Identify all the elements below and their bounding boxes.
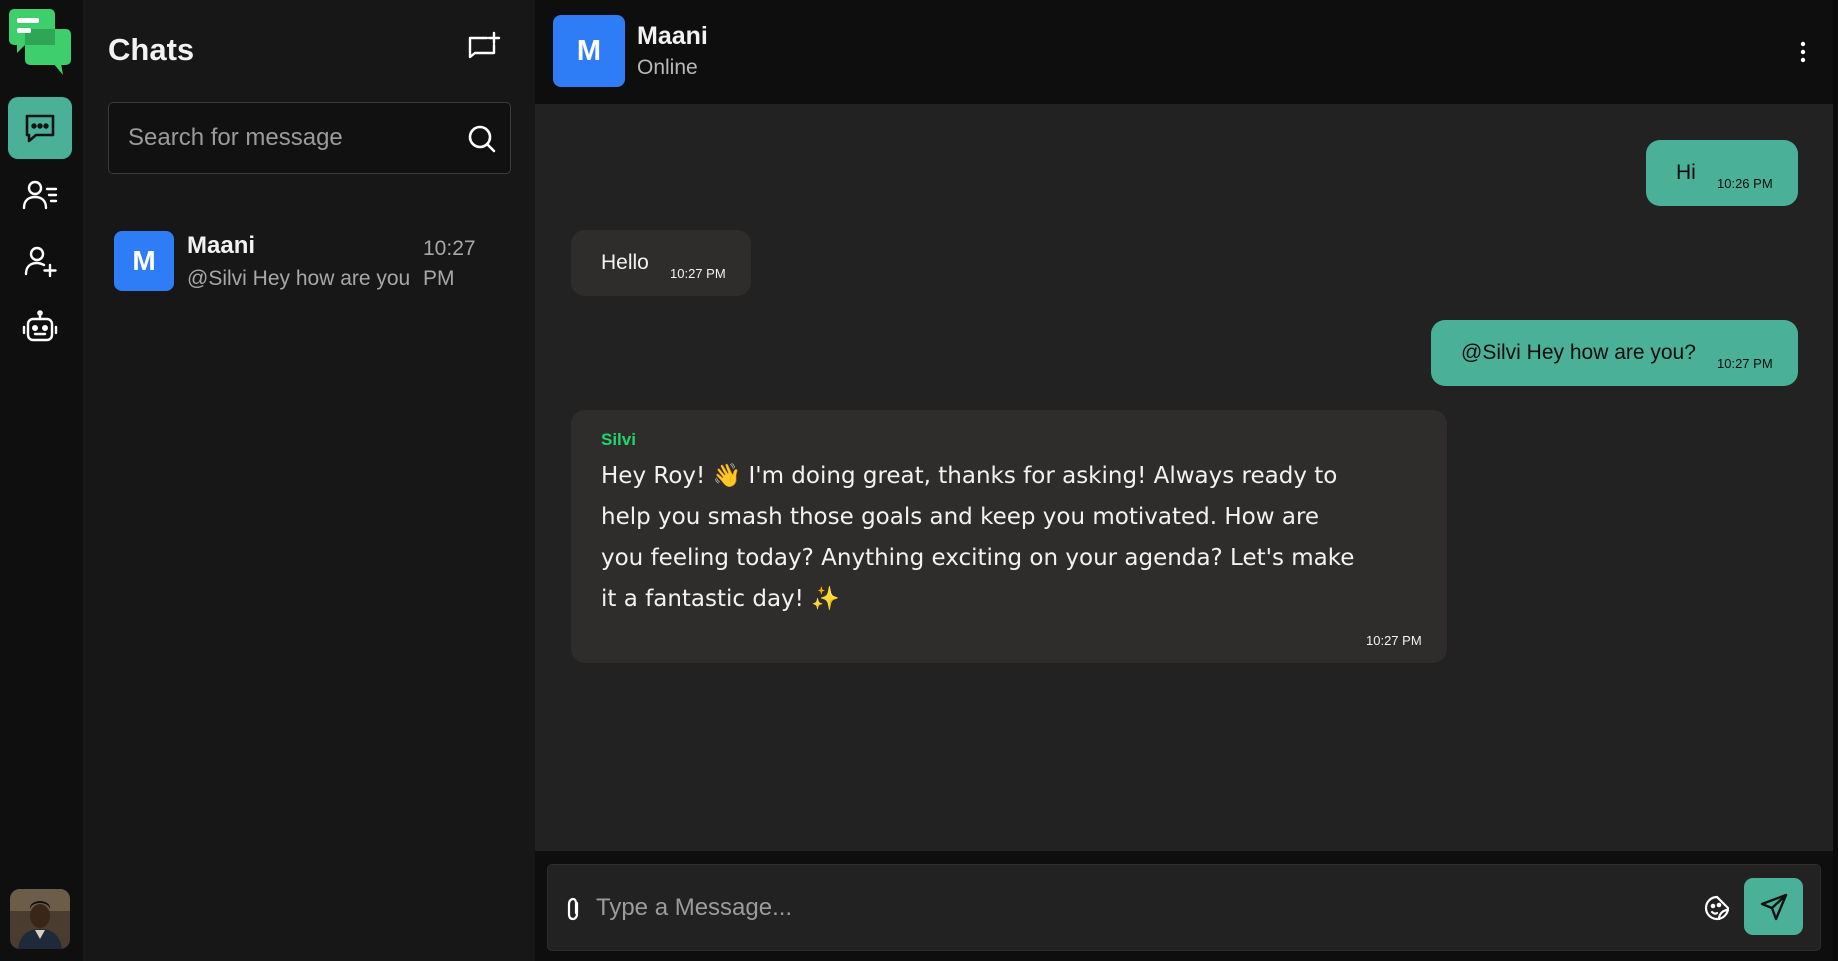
more-options-icon[interactable] xyxy=(1791,38,1815,66)
new-chat-icon[interactable] xyxy=(465,30,501,66)
robot-icon xyxy=(22,310,58,342)
message-text: Hello xyxy=(601,251,649,274)
app-logo-icon xyxy=(9,9,71,75)
add-user-icon xyxy=(24,246,57,278)
attachment-icon[interactable] xyxy=(562,895,586,923)
message-sender: Silvi xyxy=(601,430,636,449)
nav-add-contact-button[interactable] xyxy=(8,230,72,292)
send-icon xyxy=(1760,893,1787,920)
message-time: 10:27 PM xyxy=(1366,633,1422,648)
message-time: 10:27 PM xyxy=(670,266,726,281)
message-time: 10:26 PM xyxy=(1717,176,1773,191)
message-text: @Silvi Hey how are you? xyxy=(1461,341,1696,364)
conversation-panel: M Maani Online Hi 10:26 PM Hello 10:27 P… xyxy=(535,0,1833,961)
contacts-list-icon xyxy=(22,180,58,210)
chat-list-panel: Chats M Maani @Silvi Hey how are you 10:… xyxy=(83,0,535,961)
search-icon[interactable] xyxy=(466,123,498,155)
chat-name: Maani xyxy=(187,232,256,259)
emoji-sticker-icon[interactable] xyxy=(1703,894,1731,922)
search-input[interactable] xyxy=(128,103,458,173)
send-button[interactable] xyxy=(1744,878,1803,935)
message-outgoing[interactable]: Hi 10:26 PM xyxy=(1646,140,1798,206)
user-avatar[interactable] xyxy=(10,889,70,949)
nav-rail xyxy=(0,0,83,961)
message-input[interactable] xyxy=(596,873,1676,943)
contact-name[interactable]: Maani xyxy=(637,22,708,51)
contact-avatar[interactable]: M xyxy=(553,15,625,87)
window-scrollbar[interactable] xyxy=(1833,0,1838,961)
contact-status: Online xyxy=(637,56,698,79)
user-photo-icon xyxy=(10,889,70,949)
nav-bot-button[interactable] xyxy=(8,297,72,359)
composer-bar xyxy=(535,851,1833,961)
chat-avatar: M xyxy=(114,231,174,291)
message-composer xyxy=(547,864,1821,951)
message-incoming[interactable]: Silvi Hey Roy! 👋 I'm doing great, thanks… xyxy=(571,410,1447,663)
message-time: 10:27 PM xyxy=(1717,356,1773,371)
chat-list-item[interactable]: M Maani @Silvi Hey how are you 10:27 PM xyxy=(108,222,528,294)
chat-list-title: Chats xyxy=(108,32,195,67)
message-incoming[interactable]: Hello 10:27 PM xyxy=(571,230,751,296)
search-box xyxy=(108,102,511,174)
message-text: Hi xyxy=(1676,161,1696,184)
conversation-header: M Maani Online xyxy=(535,0,1833,104)
message-text: Hey Roy! 👋 I'm doing great, thanks for a… xyxy=(601,463,1355,612)
chat-bubble-icon xyxy=(25,114,55,143)
message-outgoing[interactable]: @Silvi Hey how are you? 10:27 PM xyxy=(1431,320,1798,386)
chat-last-message: @Silvi Hey how are you xyxy=(187,267,411,290)
nav-contacts-button[interactable] xyxy=(8,164,72,226)
chat-time: 10:27 PM xyxy=(423,237,476,290)
nav-chats-button[interactable] xyxy=(8,97,72,159)
